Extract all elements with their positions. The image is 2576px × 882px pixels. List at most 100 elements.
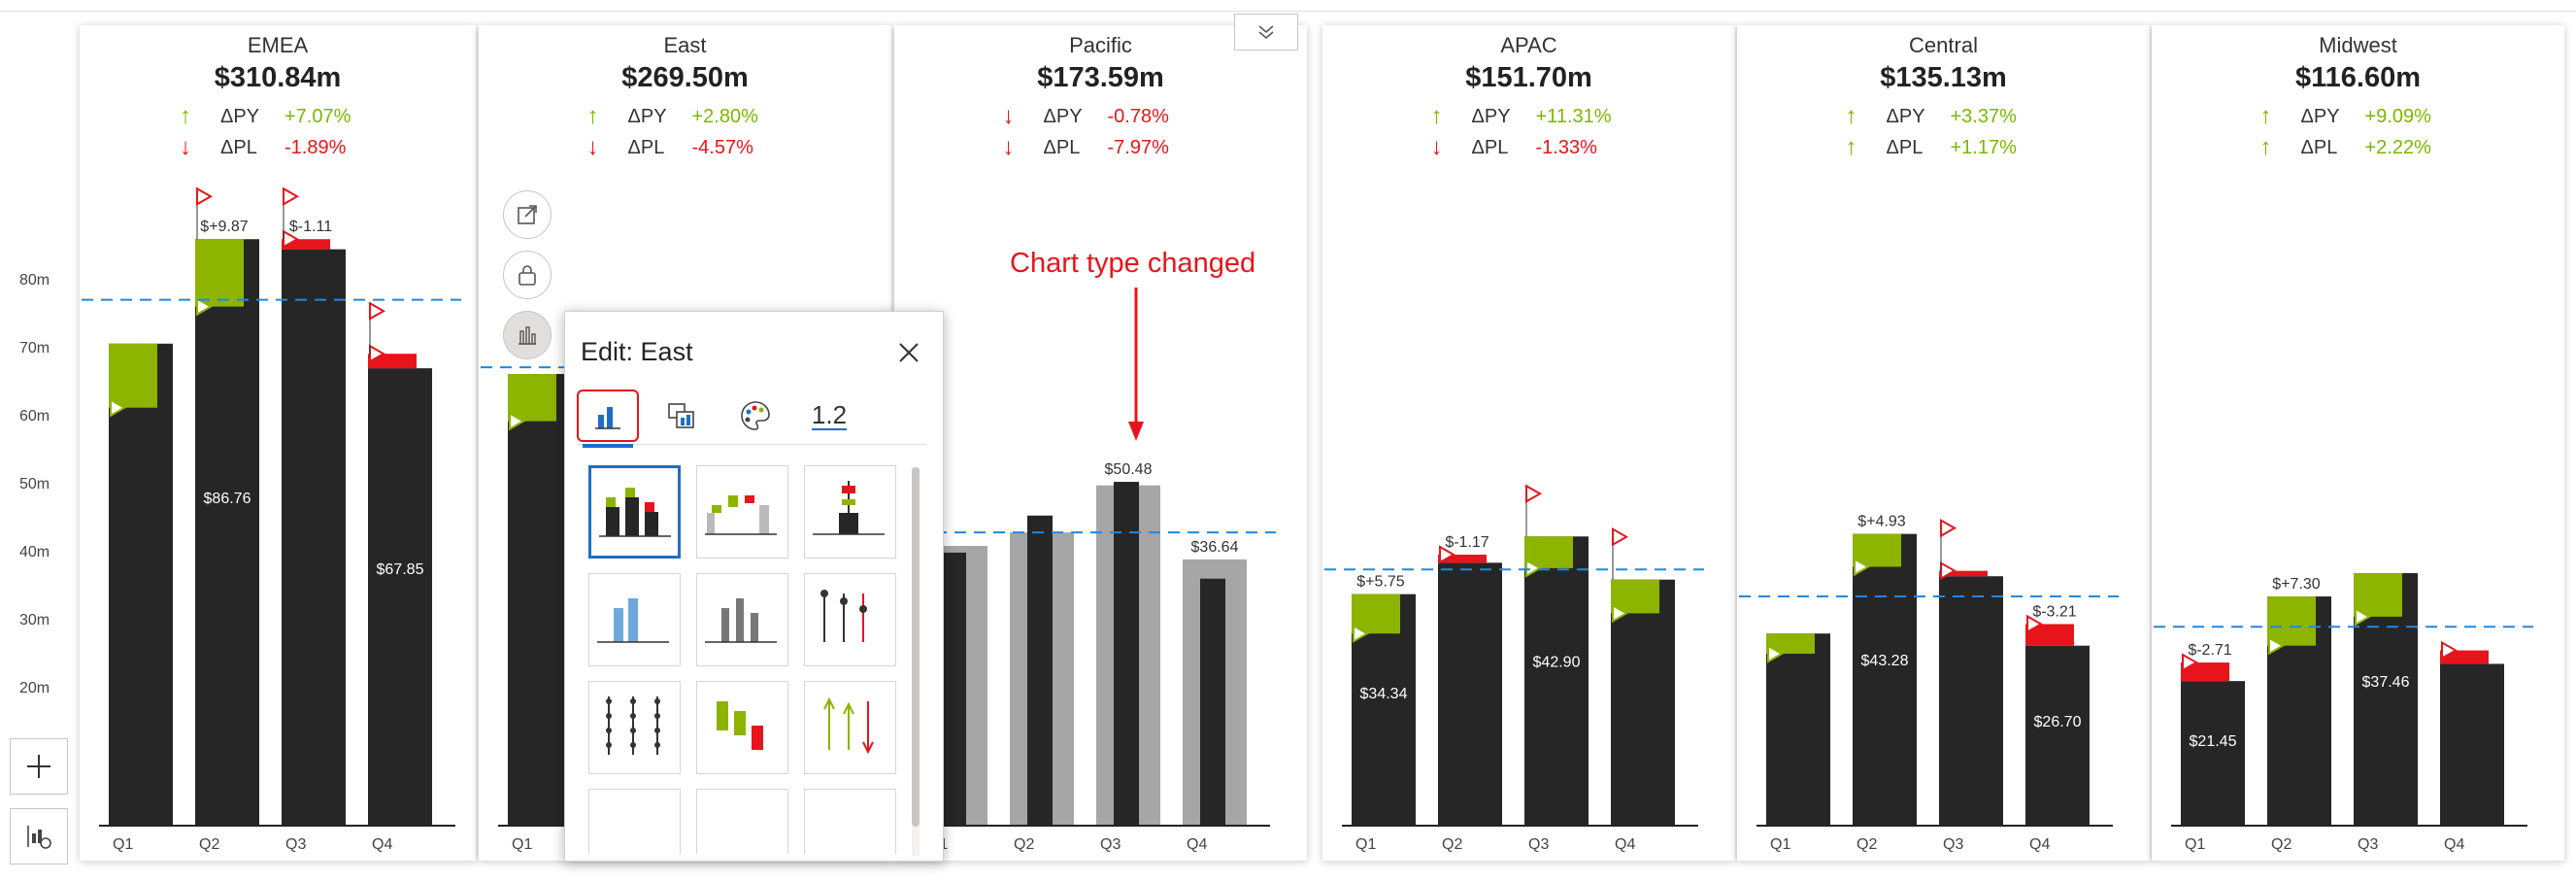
chart-type-button[interactable]	[503, 311, 552, 359]
chart-type-thumbnail-icon	[813, 481, 885, 535]
bar-chart-icon	[595, 407, 620, 429]
chart-type-option[interactable]	[804, 465, 896, 559]
x-tick-label: Q2	[1014, 836, 1034, 853]
chart-type-thumbnail-icon	[717, 701, 763, 750]
y-tick-label: 70m	[19, 340, 50, 356]
flag-icon	[283, 187, 300, 206]
expand-button[interactable]	[503, 190, 552, 239]
chart-panel-apac[interactable]: APAC $151.70m ↑ ΔPY +11.31% ↓ ΔPL -1.33% Q1 $34.3…	[1322, 25, 1735, 861]
x-tick-label: Q4	[1187, 836, 1207, 853]
chart-settings-icon	[27, 826, 51, 849]
chart-type-option[interactable]	[588, 573, 681, 666]
collapse-button[interactable]	[1234, 14, 1298, 51]
chart-type-option[interactable]	[588, 465, 681, 559]
flag-icon	[1940, 518, 1957, 538]
actual-bar	[2181, 681, 2245, 826]
edit-panel-title-prefix: Edit:	[581, 337, 634, 366]
value-label: $37.46	[2362, 674, 2410, 691]
actual-bar	[1027, 515, 1053, 826]
actual-bar	[1114, 482, 1139, 826]
chart-type-option[interactable]	[804, 681, 896, 774]
tab-colors[interactable]	[724, 390, 786, 442]
actual-bar	[2025, 645, 2090, 826]
chart-panel-pacific[interactable]: Pacific$173.59m↓ΔPY-0.78%↓ΔPL-7.97%Q1Q2Q…	[894, 25, 1307, 861]
lock-button[interactable]	[503, 251, 552, 299]
variance-bar	[2267, 596, 2316, 646]
value-label: $43.28	[1861, 653, 1909, 669]
value-label: $26.70	[2034, 714, 2082, 730]
edit-panel-title-region: East	[640, 337, 693, 366]
chart-type-thumbnail-icon	[606, 696, 660, 755]
bar-chart: Q1 $21.45 $-2.71 Q2 $+7.30 Q3 $37.46 Q4	[2154, 573, 2533, 853]
variance-label: $-1.17	[1445, 534, 1489, 551]
actual-bar	[2440, 663, 2504, 826]
chart-type-grid	[588, 465, 899, 854]
x-tick-label: Q2	[199, 836, 219, 853]
chart-type-scrollbar[interactable]	[912, 467, 920, 856]
chart-settings-button[interactable]	[10, 808, 68, 865]
actual-bar	[1853, 533, 1917, 826]
x-tick-label: Q1	[1770, 836, 1790, 853]
tab-chart-type[interactable]	[577, 390, 639, 448]
annotation-text: Chart type changed	[1010, 248, 1256, 279]
y-tick-label: 80m	[19, 272, 50, 288]
x-tick-label: Q3	[1100, 836, 1121, 853]
x-tick-label: Q4	[1615, 836, 1635, 853]
variance-label: $+7.30	[2272, 576, 2320, 593]
lock-icon	[519, 265, 536, 286]
chart-panel-central[interactable]: Central $135.13m ↑ ΔPY +3.37% ↑ ΔPL +1.17% Q1 Q2 $…	[1737, 25, 2150, 861]
chart-type-option[interactable]	[696, 681, 788, 774]
chart-type-option[interactable]	[696, 573, 788, 666]
tab-number-format[interactable]: 1.2	[798, 390, 860, 442]
bar-chart: Q1Q2Q3$50.48Q4$36.64	[896, 461, 1276, 853]
chart-type-thumbnail-icon	[805, 790, 892, 854]
close-button[interactable]	[891, 335, 926, 370]
scrollbar-thumb[interactable]	[912, 467, 920, 827]
annotation-arrow-icon	[1128, 288, 1144, 441]
close-icon	[899, 343, 919, 362]
x-tick-label: Q1	[2185, 836, 2205, 853]
chart-type-option[interactable]	[588, 789, 681, 854]
variance-bar	[195, 239, 244, 307]
x-tick-label: Q1	[113, 836, 133, 853]
chart-type-thumbnail-icon	[705, 598, 777, 643]
number-format-label: 1.2	[811, 400, 848, 430]
bar-chart: Q1 Q2 $86.76 $+9.87 Q3 $-1.11 Q4 $67.85	[82, 187, 461, 853]
flag-icon	[1525, 484, 1543, 503]
actual-bar	[1200, 578, 1225, 826]
flag-icon	[196, 187, 214, 206]
actual-bar	[941, 552, 966, 826]
actual-bar	[1939, 576, 2003, 826]
chart-panel-midwest[interactable]: Midwest $116.60m ↑ ΔPY +9.09% ↑ ΔPL +2.22% Q1 $21…	[2152, 25, 2564, 861]
variance-bar	[508, 374, 556, 422]
chart-type-option[interactable]	[804, 573, 896, 666]
x-tick-label: Q2	[2271, 836, 2292, 853]
flag-icon	[1612, 526, 1629, 547]
chart-type-thumbnail-icon	[599, 488, 671, 537]
value-label: $67.85	[377, 561, 424, 578]
palette-icon	[741, 401, 770, 430]
chart-panel-emea[interactable]: EMEA $310.84m ↑ ΔPY +7.07% ↓ ΔPL -1.89% Q1 Q2 $86.…	[80, 25, 476, 861]
chart-type-option[interactable]	[588, 681, 681, 774]
add-button[interactable]	[10, 738, 68, 795]
variance-bar	[109, 343, 157, 408]
edit-panel-tabs: 1.2	[577, 390, 926, 448]
chart-type-thumbnail-icon	[820, 590, 867, 642]
panel-side-tools	[503, 190, 552, 371]
expand-icon	[518, 205, 537, 224]
actual-bar	[109, 343, 173, 826]
value-label: $21.45	[2190, 733, 2237, 750]
actual-bar	[195, 239, 259, 827]
x-tick-label: Q3	[285, 836, 306, 853]
chart-type-option[interactable]	[696, 465, 788, 559]
chart-type-option[interactable]	[804, 789, 896, 854]
value-label: $42.90	[1533, 654, 1581, 670]
add-icon	[27, 755, 50, 778]
chart-type-option[interactable]	[696, 789, 788, 854]
tab-layout[interactable]	[651, 390, 713, 442]
x-tick-label: Q2	[1857, 836, 1877, 853]
y-tick-label: 30m	[19, 612, 50, 628]
variance-bar	[2354, 573, 2402, 617]
variance-label: $-1.11	[289, 219, 332, 235]
y-tick-label: 50m	[19, 476, 50, 492]
